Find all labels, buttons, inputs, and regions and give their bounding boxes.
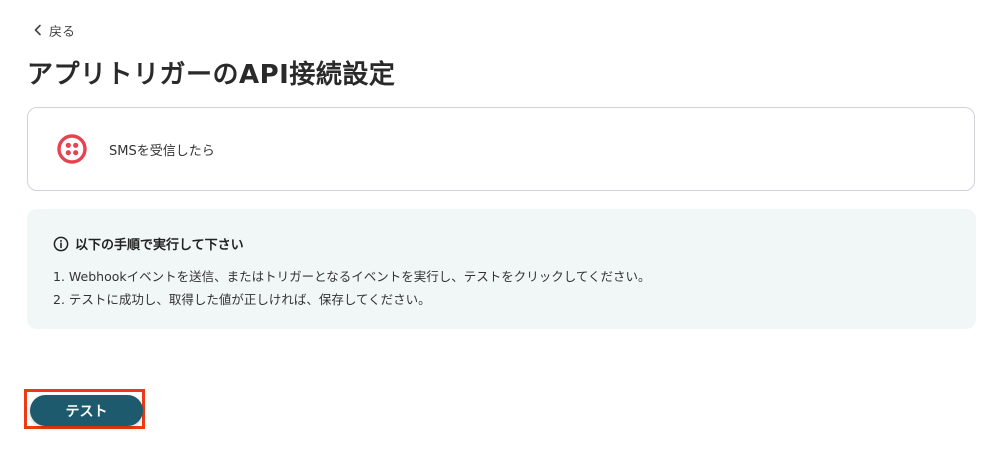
- back-link[interactable]: 戻る: [33, 20, 75, 40]
- test-button[interactable]: テスト: [30, 395, 143, 426]
- instructions-heading-text: 以下の手順で実行して下さい: [75, 238, 244, 253]
- back-label: 戻る: [49, 24, 76, 40]
- page-title: アプリトリガーのAPI接続設定: [27, 60, 396, 90]
- instructions-heading: 以下の手順で実行して下さい: [53, 234, 976, 253]
- instruction-step: 2. テストに成功し、取得した値が正しければ、保存してください。: [53, 292, 431, 307]
- twilio-logo-icon: [57, 134, 87, 164]
- instructions-panel: 以下の手順で実行して下さい 1. Webhookイベントを送信、またはトリガーと…: [27, 209, 976, 329]
- info-icon: [53, 236, 69, 251]
- trigger-card[interactable]: SMSを受信したら: [27, 107, 975, 191]
- chevron-left-icon: [34, 24, 41, 36]
- trigger-label: SMSを受信したら: [109, 143, 215, 159]
- api-connection-settings-page: 戻る アプリトリガーのAPI接続設定 SMSを受信したら 以下の手順で実行して下…: [0, 0, 1001, 451]
- instruction-step: 1. Webhookイベントを送信、またはトリガーとなるイベントを実行し、テスト…: [53, 269, 651, 284]
